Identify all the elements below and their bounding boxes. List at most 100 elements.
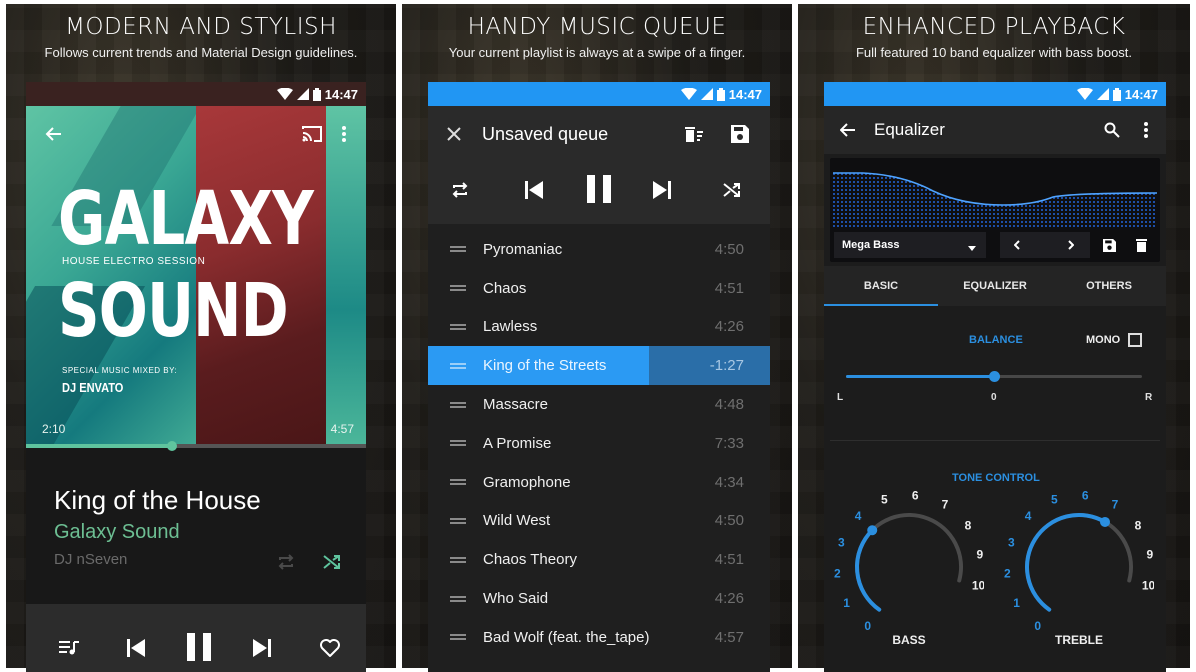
heart-icon[interactable] bbox=[316, 634, 344, 662]
back-arrow-icon[interactable] bbox=[836, 118, 860, 142]
album-name[interactable]: Galaxy Sound bbox=[54, 521, 180, 544]
drag-handle-icon[interactable] bbox=[450, 323, 466, 330]
queue-track-duration: 4:48 bbox=[714, 396, 744, 414]
clear-queue-icon[interactable] bbox=[682, 122, 706, 146]
bass-knob[interactable]: 0 1 2 3 4 5 6 7 8 9 10 BASS bbox=[834, 487, 984, 657]
pause-button[interactable] bbox=[182, 630, 216, 664]
tab-basic[interactable]: BASIC bbox=[824, 266, 938, 306]
artist-name[interactable]: DJ nSeven bbox=[54, 551, 127, 568]
treble-knob-thumb[interactable] bbox=[1100, 516, 1110, 527]
queue-track-duration: 4:57 bbox=[714, 628, 744, 646]
tone-control-label: TONE CONTROL bbox=[952, 472, 1040, 484]
treble-knob-tick-label: 10 bbox=[1142, 579, 1154, 593]
delete-preset-icon[interactable] bbox=[1132, 236, 1150, 254]
repeat-icon[interactable] bbox=[274, 550, 298, 574]
treble-knob-tick-label: 3 bbox=[1008, 535, 1015, 549]
search-icon[interactable] bbox=[1100, 118, 1124, 142]
equalizer-toolbar: Equalizer bbox=[824, 106, 1166, 154]
bass-knob-tick-label: 7 bbox=[942, 498, 949, 512]
status-bar: 14:47 bbox=[428, 82, 770, 106]
balance-center-label: 0 bbox=[991, 392, 997, 403]
bass-knob-tick-label: 6 bbox=[912, 488, 919, 502]
chevron-left-icon[interactable] bbox=[1008, 236, 1026, 254]
cast-icon[interactable] bbox=[298, 120, 326, 148]
drag-handle-icon[interactable] bbox=[450, 634, 466, 641]
drag-handle-icon[interactable] bbox=[450, 479, 466, 486]
queue-track-name: Massacre bbox=[483, 396, 549, 414]
treble-knob[interactable]: 0 1 2 3 4 5 6 7 8 9 10 TREBLE bbox=[1004, 487, 1154, 657]
queue-row[interactable]: Pyromaniac 4:50 bbox=[428, 230, 770, 269]
bass-knob-tick-label: 5 bbox=[881, 492, 888, 506]
tab-equalizer[interactable]: EQUALIZER bbox=[938, 266, 1052, 306]
queue-track-name: Wild West bbox=[483, 512, 551, 530]
balance-slider[interactable] bbox=[846, 371, 1142, 382]
queue-row[interactable]: Who Said 4:26 bbox=[428, 579, 770, 618]
queue-row[interactable]: A Promise 7:33 bbox=[428, 424, 770, 463]
queue-music-icon[interactable] bbox=[56, 636, 82, 660]
bass-knob-thumb[interactable] bbox=[867, 525, 878, 536]
seek-bar[interactable] bbox=[26, 441, 366, 451]
seek-bar-thumb[interactable] bbox=[167, 441, 178, 451]
skip-previous-icon[interactable] bbox=[522, 178, 546, 202]
drag-handle-icon[interactable] bbox=[450, 556, 466, 563]
preset-dropdown[interactable]: Mega Bass bbox=[834, 232, 986, 258]
promo-subtitle: Follows current trends and Material Desi… bbox=[44, 45, 358, 60]
queue-row[interactable]: Massacre 4:48 bbox=[428, 385, 770, 424]
queue-track-duration: 7:33 bbox=[714, 434, 744, 452]
queue-title: Unsaved queue bbox=[482, 124, 609, 144]
bass-knob-fill bbox=[855, 528, 882, 612]
skip-previous-icon[interactable] bbox=[122, 634, 150, 662]
queue-row[interactable]: Wild West 4:50 bbox=[428, 502, 770, 541]
queue-row[interactable]: Chaos 4:51 bbox=[428, 269, 770, 308]
promo-title: MODERN AND STYLISH bbox=[65, 14, 337, 40]
status-time: 14:47 bbox=[1124, 86, 1158, 102]
signal-icon bbox=[296, 88, 309, 100]
queue-track-duration: 4:51 bbox=[714, 279, 744, 297]
queue-row[interactable]: Lawless 4:26 bbox=[428, 308, 770, 347]
status-time: 14:47 bbox=[324, 86, 358, 102]
drag-handle-icon[interactable] bbox=[450, 595, 466, 602]
dropdown-arrow-icon bbox=[968, 242, 976, 254]
queue-track-duration: 4:50 bbox=[714, 512, 744, 530]
wifi-icon bbox=[680, 88, 697, 100]
treble-knob-tick-label: 7 bbox=[1112, 498, 1119, 512]
skip-next-icon[interactable] bbox=[650, 178, 674, 202]
album-art-tagline: HOUSE ELECTRO SESSION bbox=[62, 256, 206, 267]
mono-checkbox[interactable] bbox=[1128, 333, 1142, 347]
close-icon[interactable] bbox=[442, 122, 466, 146]
equalizer-screen: 14:47 Equalizer Mega Bass BASIC EQUALIZE… bbox=[824, 82, 1166, 672]
promo-subtitle: Full featured 10 band equalizer with bas… bbox=[855, 45, 1133, 60]
drag-handle-icon[interactable] bbox=[450, 401, 466, 408]
queue-row[interactable]: Bad Wolf (feat. the_tape) 4:57 bbox=[428, 618, 770, 657]
save-icon[interactable] bbox=[728, 122, 752, 146]
queue-track-name: Chaos bbox=[483, 279, 527, 297]
shuffle-icon[interactable] bbox=[320, 550, 344, 574]
queue-row[interactable]: Chaos Theory 4:51 bbox=[428, 540, 770, 579]
treble-knob-tick-label: 4 bbox=[1025, 509, 1032, 523]
skip-next-icon[interactable] bbox=[248, 634, 276, 662]
album-art-title-line1: GALAXY bbox=[58, 176, 314, 262]
queue-row[interactable]: Gramophone 4:34 bbox=[428, 463, 770, 502]
balance-label: BALANCE bbox=[969, 334, 1023, 346]
drag-handle-icon[interactable] bbox=[450, 285, 466, 292]
repeat-icon[interactable] bbox=[448, 178, 472, 202]
drag-handle-icon[interactable] bbox=[450, 517, 466, 524]
tab-others[interactable]: OTHERS bbox=[1052, 266, 1166, 306]
drag-handle-icon[interactable] bbox=[450, 440, 466, 447]
pause-button[interactable] bbox=[584, 172, 614, 206]
queue-track-duration: 4:34 bbox=[714, 473, 744, 491]
balance-slider-thumb[interactable] bbox=[989, 371, 1000, 382]
preset-value: Mega Bass bbox=[842, 239, 900, 251]
drag-handle-icon[interactable] bbox=[450, 246, 466, 253]
more-vert-icon[interactable] bbox=[1136, 118, 1156, 142]
bass-knob-tick-label: 0 bbox=[864, 619, 871, 633]
battery-icon bbox=[312, 87, 321, 101]
back-arrow-icon[interactable] bbox=[40, 120, 68, 148]
save-preset-icon[interactable] bbox=[1100, 236, 1118, 254]
more-vert-icon[interactable] bbox=[334, 120, 354, 148]
chevron-right-icon[interactable] bbox=[1062, 236, 1080, 254]
drag-handle-icon[interactable] bbox=[450, 362, 466, 369]
queue-row-current[interactable]: King of the Streets -1:27 bbox=[428, 346, 770, 386]
queue-track-duration: -1:27 bbox=[709, 357, 744, 375]
shuffle-icon[interactable] bbox=[720, 178, 744, 202]
